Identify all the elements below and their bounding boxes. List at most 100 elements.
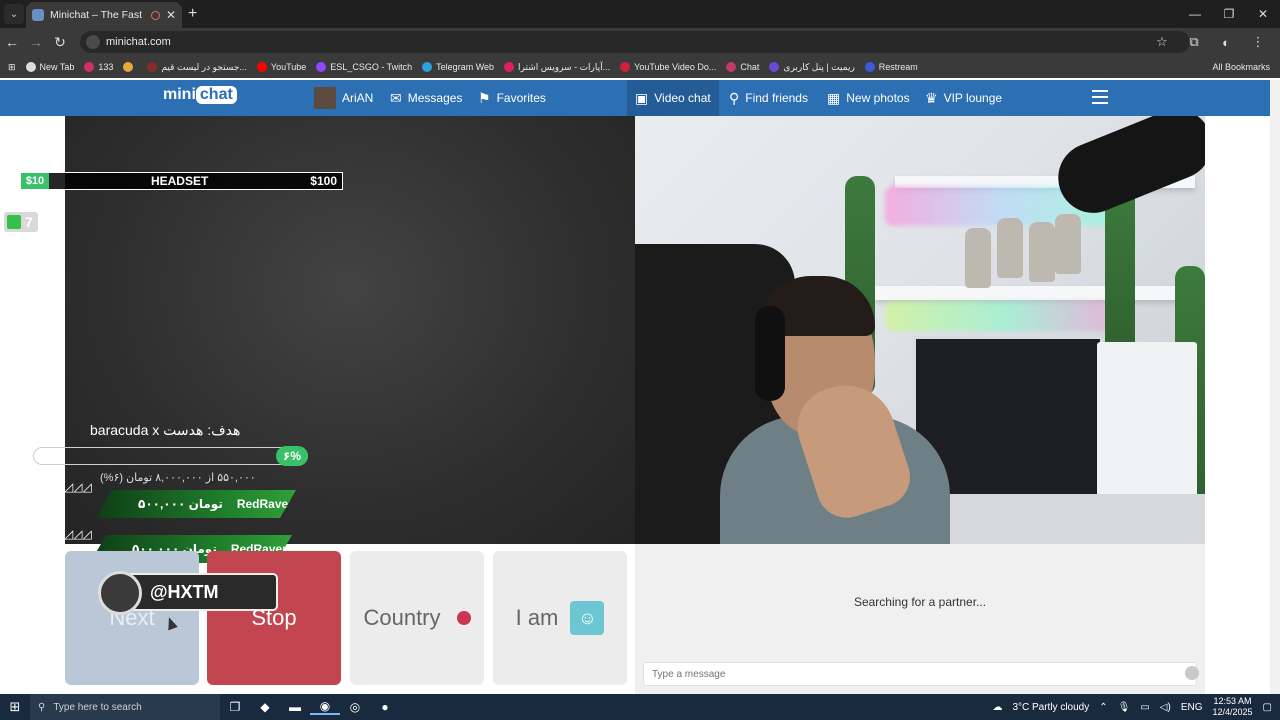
site-header: mini chat AriAN ✉ Messages ⚑ Favorites ▣ … <box>0 80 1270 116</box>
all-bookmarks-button[interactable]: All Bookmarks <box>1212 56 1270 78</box>
bookmark-label: ریمیت | پنل کاربری <box>783 61 855 72</box>
bookmark-label: 133 <box>98 62 114 72</box>
bookmark-item[interactable]: YouTube Video Do... <box>620 62 716 72</box>
weather-icon[interactable]: ☁ <box>992 702 1002 713</box>
watermark-text: @HXTM <box>150 581 219 602</box>
donation-alert: ۵۰۰,۰۰۰ تومان RedRaven <box>96 490 296 518</box>
bookmark-icon: ⚑ <box>478 89 491 106</box>
bookmark-label: YouTube <box>270 62 307 72</box>
new-tab-button[interactable]: + <box>188 5 197 23</box>
watermark-logo-icon <box>98 571 142 615</box>
task-view-icon[interactable]: ❐ <box>220 700 250 714</box>
donation-progress-percent: ۶% <box>276 446 308 466</box>
restore-button[interactable]: ❐ <box>1212 0 1246 28</box>
site-favicon-icon <box>32 9 44 21</box>
nav-favorites[interactable]: ⚑ Favorites <box>478 80 546 116</box>
os-taskbar: ⊞ ⚲ Type here to search ❐ ◆ ▬ ◉ ◎ ● ☁ 3°… <box>0 694 1280 720</box>
minimize-button[interactable]: — <box>1178 0 1212 28</box>
app-icon[interactable]: ● <box>370 700 400 714</box>
taskbar-search-placeholder: Type here to search <box>53 701 142 713</box>
gender-button[interactable]: I am ☺ <box>493 551 627 685</box>
bookmark-favicon-icon <box>620 62 631 72</box>
browser-tab[interactable]: Minichat – The Fast Video C ✕ <box>26 2 182 28</box>
close-window-button[interactable]: ✕ <box>1246 0 1280 28</box>
emoji-icon[interactable] <box>1185 666 1199 680</box>
page-scrollbar[interactable] <box>1270 80 1280 694</box>
browser-menu-icon[interactable]: ⋮ <box>1242 34 1274 50</box>
bookmark-item[interactable]: Restream <box>864 62 918 72</box>
bookmark-item[interactable]: Chat <box>726 62 759 72</box>
bookmark-favicon-icon <box>316 62 327 72</box>
goal-name: HEADSET <box>150 174 209 188</box>
bookmark-favicon-icon <box>123 62 134 72</box>
screen: ⌄ Minichat – The Fast Video C ✕ + — ❐ ✕ … <box>0 0 1280 720</box>
bookmark-favicon-icon <box>84 62 95 72</box>
logo-chat-text: chat <box>195 86 237 104</box>
bookmark-favicon-icon <box>256 62 267 72</box>
stop-button[interactable]: Stop <box>207 551 341 685</box>
nav-find-friends[interactable]: ⚲ Find friends <box>729 80 808 116</box>
forward-button[interactable]: → <box>24 34 48 50</box>
recording-icon <box>150 10 160 20</box>
chat-status: Searching for a partner... <box>853 595 987 609</box>
clock-time: 12:53 AM <box>1213 696 1252 706</box>
bookmark-item[interactable]: جستجو در لیست قیم... <box>147 62 247 73</box>
country-button[interactable]: Country <box>350 551 484 685</box>
apps-icon[interactable]: ⊞ <box>8 62 16 73</box>
nav-vip-lounge[interactable]: ♛ VIP lounge <box>925 80 1002 116</box>
notifications-icon[interactable]: ▢ <box>1263 702 1272 713</box>
copilot-icon[interactable]: ◆ <box>250 700 280 714</box>
taskbar-search[interactable]: ⚲ Type here to search <box>30 694 220 720</box>
donation-decor-icon: ◿◿◿ <box>64 480 92 494</box>
bookmark-favicon-icon <box>422 62 433 72</box>
back-button[interactable]: ← <box>0 34 24 50</box>
next-button[interactable]: Next <box>65 551 199 685</box>
gender-button-label: I am <box>515 605 559 630</box>
address-bar[interactable]: minichat.com <box>80 31 1190 53</box>
clock[interactable]: 12:53 AM 12/4/2025 <box>1213 696 1253 718</box>
tray-expand-icon[interactable]: ⌃ <box>1099 702 1107 713</box>
bookmark-item[interactable]: ریمیت | پنل کاربری <box>769 61 855 73</box>
reload-button[interactable]: ↻ <box>48 34 72 51</box>
start-button[interactable]: ⊞ <box>0 699 30 715</box>
bookmark-item[interactable]: ESL_CSGO - Twitch <box>316 62 412 72</box>
nav-new-photos-label: New photos <box>846 91 910 105</box>
bookmark-label: آپارات - سرویس اشترا... <box>518 61 611 72</box>
language-indicator[interactable]: ENG <box>1181 702 1203 713</box>
microphone-icon[interactable]: 🎙 <box>1118 702 1131 713</box>
hamburger-menu-icon[interactable] <box>1092 90 1108 104</box>
weather-text[interactable]: 3°C Partly cloudy <box>1012 702 1089 713</box>
clock-date: 12/4/2025 <box>1212 707 1253 717</box>
goal-high-value: $100 <box>310 174 337 188</box>
bookmark-item[interactable]: آپارات - سرویس اشترا... <box>504 62 610 73</box>
bookmark-item[interactable]: 133 <box>84 62 113 72</box>
profile-icon[interactable]: ◐ <box>1210 35 1242 50</box>
nav-new-photos[interactable]: ▦ New photos <box>827 80 910 116</box>
site-info-icon[interactable] <box>86 35 100 49</box>
chrome-icon[interactable]: ◉ <box>310 699 340 715</box>
bookmark-item[interactable] <box>123 62 137 72</box>
minichat-logo[interactable]: mini chat <box>163 86 237 104</box>
bookmark-item[interactable]: YouTube <box>256 62 307 72</box>
network-icon[interactable]: ▭ <box>1140 702 1149 713</box>
browser-tabbar: ⌄ Minichat – The Fast Video C ✕ + — ❐ ✕ <box>0 0 1280 28</box>
nav-favorites-label: Favorites <box>496 91 546 105</box>
steam-icon[interactable]: ◎ <box>340 700 370 714</box>
nav-video-chat[interactable]: ▣ Video chat <box>627 80 719 116</box>
bookmark-favicon-icon <box>504 62 515 72</box>
nav-profile[interactable]: AriAN <box>314 80 373 116</box>
tab-list-button[interactable]: ⌄ <box>4 4 24 24</box>
nav-messages[interactable]: ✉ Messages <box>390 80 462 116</box>
bookmark-item[interactable]: New Tab <box>25 62 74 72</box>
search-icon: ⚲ <box>729 89 740 106</box>
nav-video-chat-label: Video chat <box>654 91 711 105</box>
bookmark-star-icon[interactable]: ☆ <box>1146 34 1178 50</box>
logo-mini-text: mini <box>163 86 196 103</box>
volume-icon[interactable]: ◁) <box>1160 702 1171 713</box>
bookmark-item[interactable]: Telegram Web <box>422 62 494 72</box>
nav-find-friends-label: Find friends <box>745 91 808 105</box>
extensions-icon[interactable]: ⧉ <box>1178 34 1210 50</box>
file-explorer-icon[interactable]: ▬ <box>280 700 310 714</box>
message-input[interactable] <box>643 662 1197 686</box>
tab-close-icon[interactable]: ✕ <box>166 8 176 22</box>
